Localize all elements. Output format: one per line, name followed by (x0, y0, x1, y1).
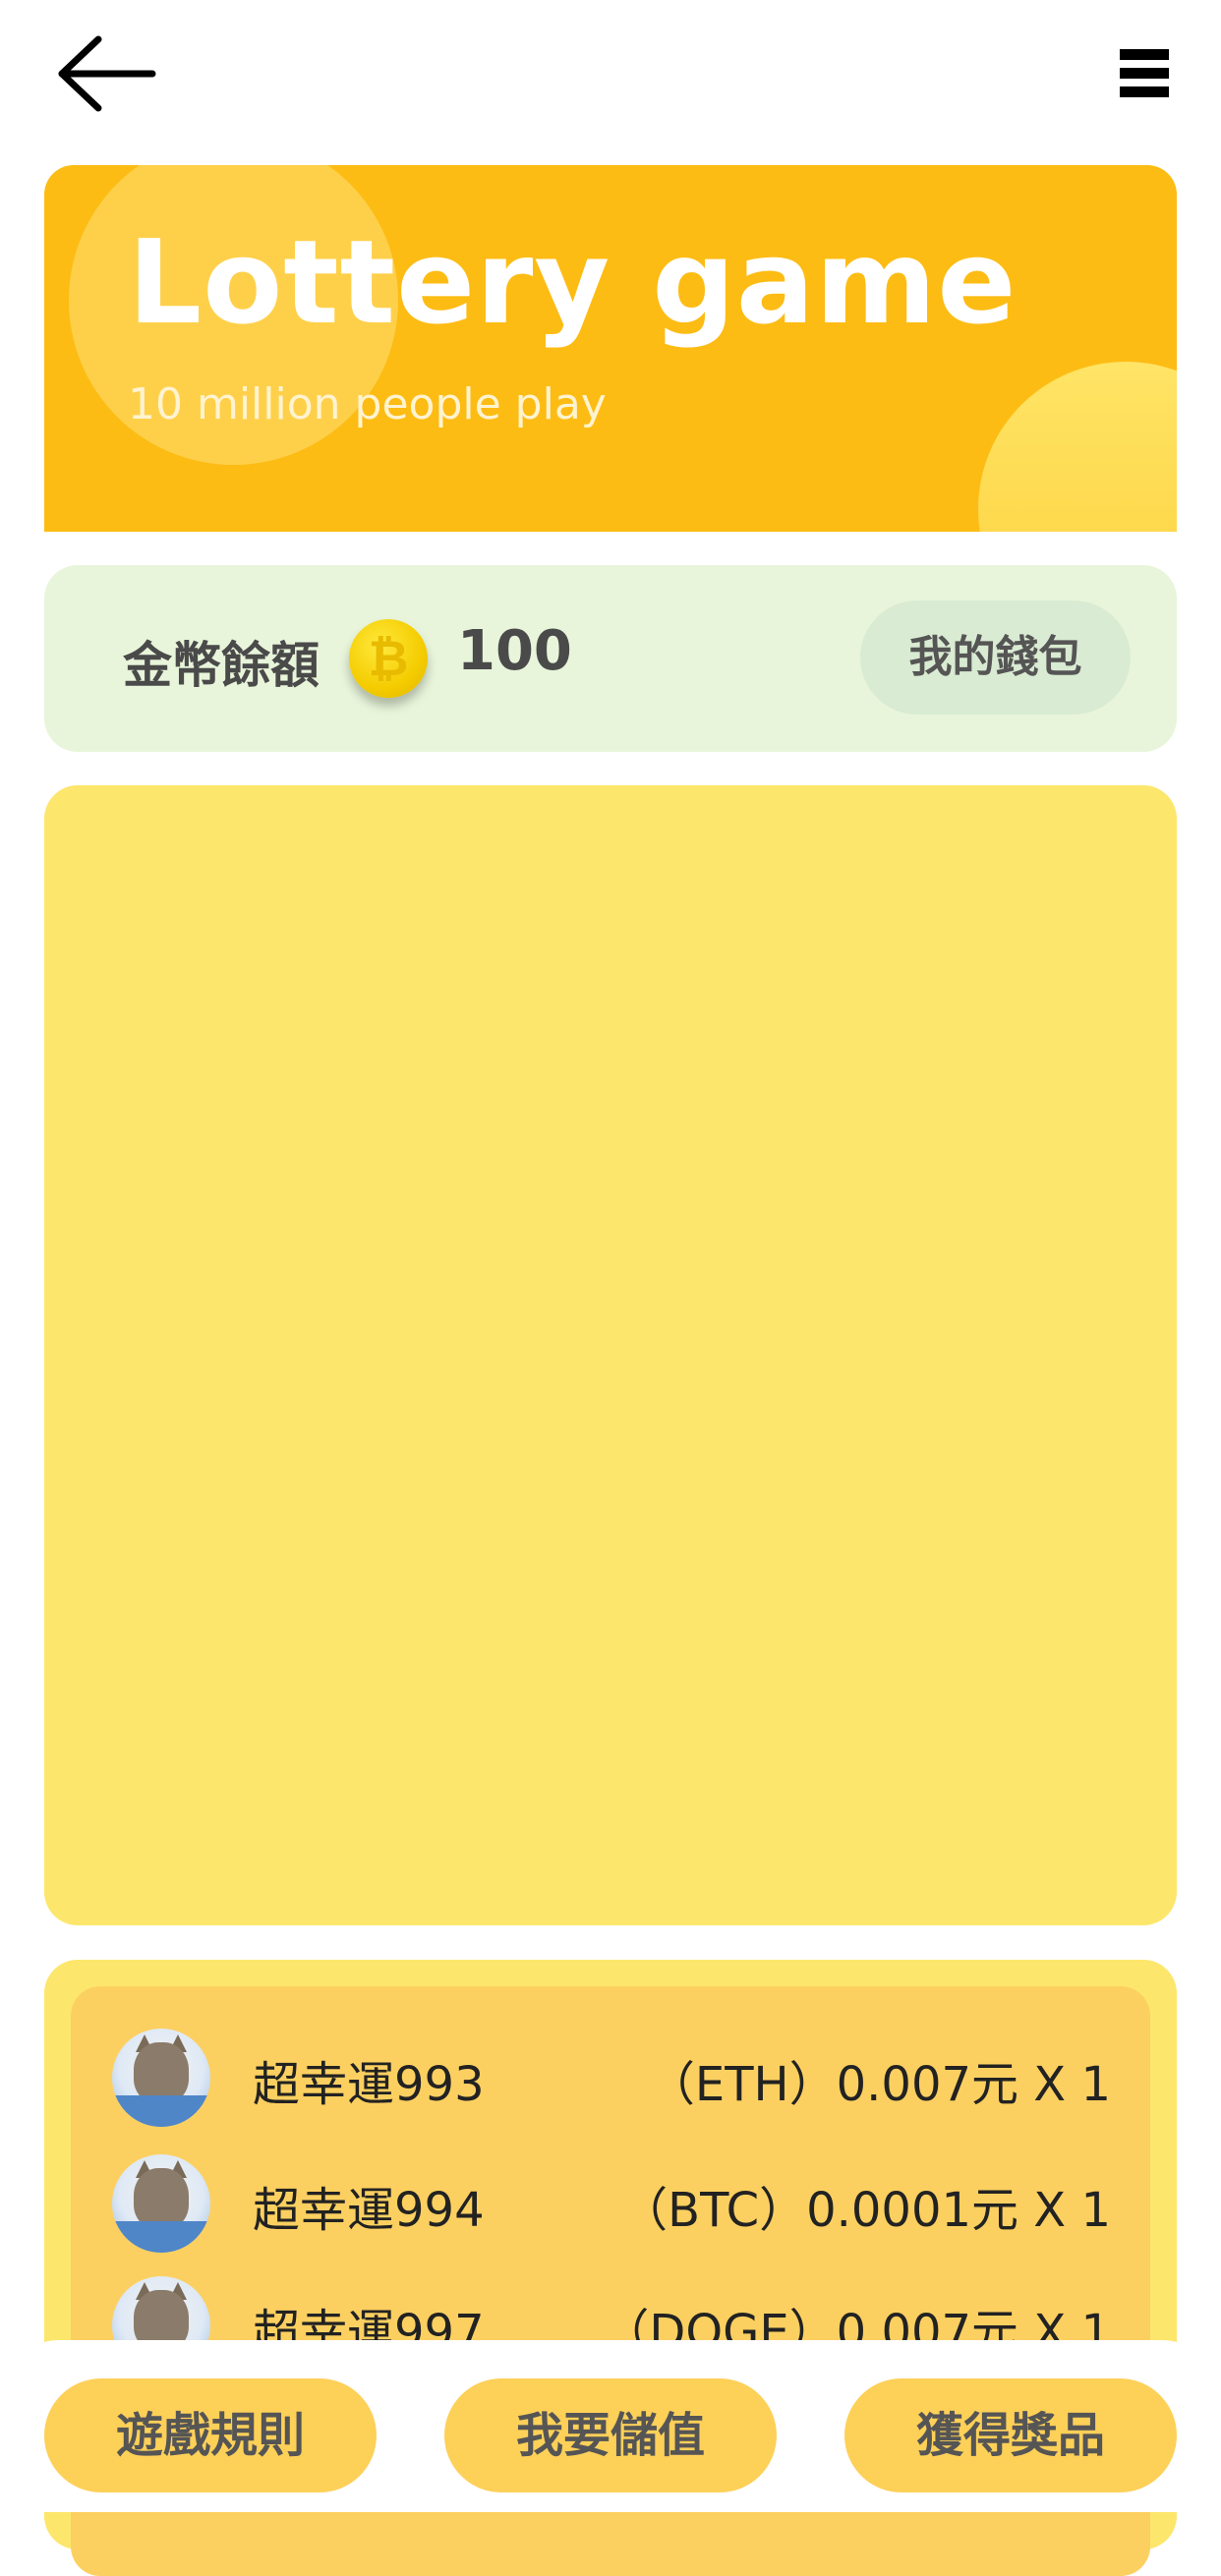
lottery-game-area[interactable] (44, 785, 1177, 1925)
coin-symbol: ₿ (368, 630, 409, 687)
winner-name: 超幸運993 (253, 2057, 485, 2112)
menu-button[interactable] (1106, 44, 1170, 103)
coin-balance-card: 金幣餘額 ₿ 100 我的錢包 (44, 565, 1177, 752)
winner-prize: （BTC）0.0001元 X 1 (620, 2183, 1111, 2238)
winner-row: 超幸運993 （ETH）0.007元 X 1 (71, 2024, 1150, 2132)
back-button[interactable] (54, 34, 167, 113)
avatar (112, 2029, 210, 2127)
game-rules-button[interactable]: 遊戲規則 (44, 2378, 377, 2492)
hero-banner: Lottery game 10 million people play (44, 165, 1177, 532)
balance-label: 金幣餘額 (123, 637, 320, 694)
page-subtitle: 10 million people play (128, 379, 607, 429)
deposit-button[interactable]: 我要儲值 (444, 2378, 777, 2492)
hamburger-menu-icon (1120, 49, 1169, 97)
prizes-button[interactable]: 獲得獎品 (844, 2378, 1177, 2492)
page-title: Lottery game (128, 214, 1018, 350)
winner-prize: （ETH）0.007元 X 1 (647, 2057, 1111, 2112)
winner-row: 超幸運994 （BTC）0.0001元 X 1 (71, 2149, 1150, 2258)
winner-name: 超幸運994 (253, 2183, 485, 2238)
bitcoin-coin-icon: ₿ (349, 619, 428, 698)
arrow-left-icon (58, 35, 156, 112)
my-wallet-button[interactable]: 我的錢包 (860, 601, 1131, 715)
balance-amount: 100 (457, 619, 572, 683)
avatar (112, 2154, 210, 2253)
decorative-bubble (978, 362, 1177, 532)
